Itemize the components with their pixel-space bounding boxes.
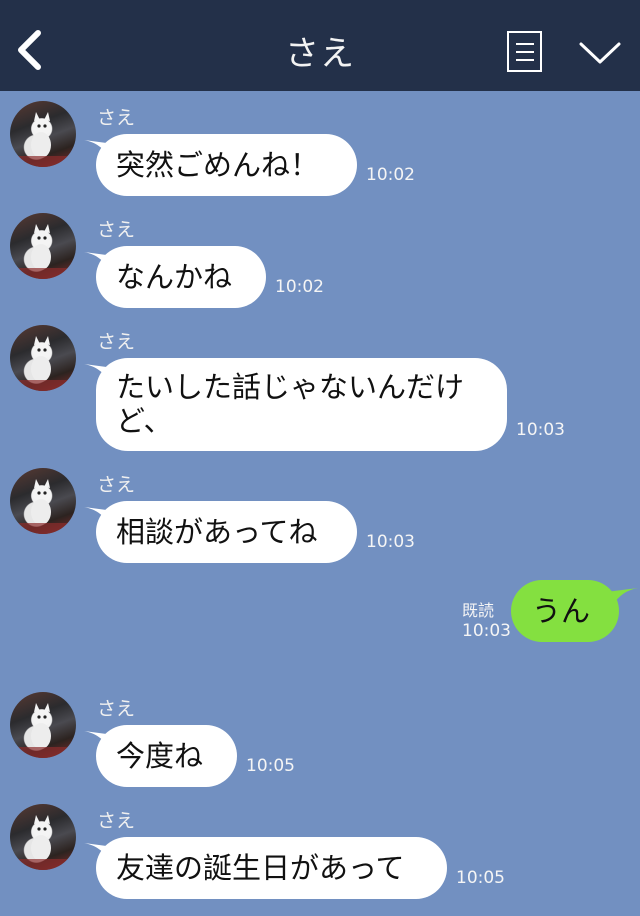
message-bubble[interactable]: 相談があってね (96, 501, 357, 563)
sender-name: さえ (97, 698, 136, 720)
avatar[interactable] (10, 325, 76, 391)
menu-list-icon[interactable] (507, 31, 542, 72)
message-bubble[interactable]: 突然ごめんね！ (96, 134, 357, 196)
chevron-down-icon[interactable] (578, 40, 622, 66)
message-bubble-own[interactable]: うん (511, 580, 619, 642)
read-label: 既読 (462, 601, 495, 620)
chat-header: さえ (0, 0, 640, 91)
message-bubble[interactable]: たいした話じゃないんだけど、 (96, 358, 507, 451)
message-time: 10:03 (462, 621, 511, 641)
message-time: 10:03 (516, 420, 565, 440)
chat-title: さえ (285, 34, 355, 74)
avatar[interactable] (10, 692, 76, 758)
sender-name: さえ (97, 107, 136, 129)
avatar[interactable] (10, 213, 76, 279)
avatar[interactable] (10, 101, 76, 167)
message-time: 10:03 (366, 532, 415, 552)
avatar[interactable] (10, 804, 76, 870)
sender-name: さえ (97, 219, 136, 241)
message-time: 10:05 (246, 756, 295, 776)
message-bubble[interactable]: なんかね (96, 246, 266, 308)
sender-name: さえ (97, 810, 136, 832)
message-bubble[interactable]: 友達の誕生日があって (96, 837, 447, 899)
message-bubble[interactable]: 今度ね (96, 725, 237, 787)
read-receipt: 既読 10:03 (462, 600, 511, 642)
bubble-tail-own (606, 588, 638, 606)
sender-name: さえ (97, 474, 136, 496)
avatar[interactable] (10, 468, 76, 534)
message-time: 10:02 (366, 165, 415, 185)
message-time: 10:02 (275, 277, 324, 297)
message-time: 10:05 (456, 868, 505, 888)
sender-name: さえ (97, 331, 136, 353)
